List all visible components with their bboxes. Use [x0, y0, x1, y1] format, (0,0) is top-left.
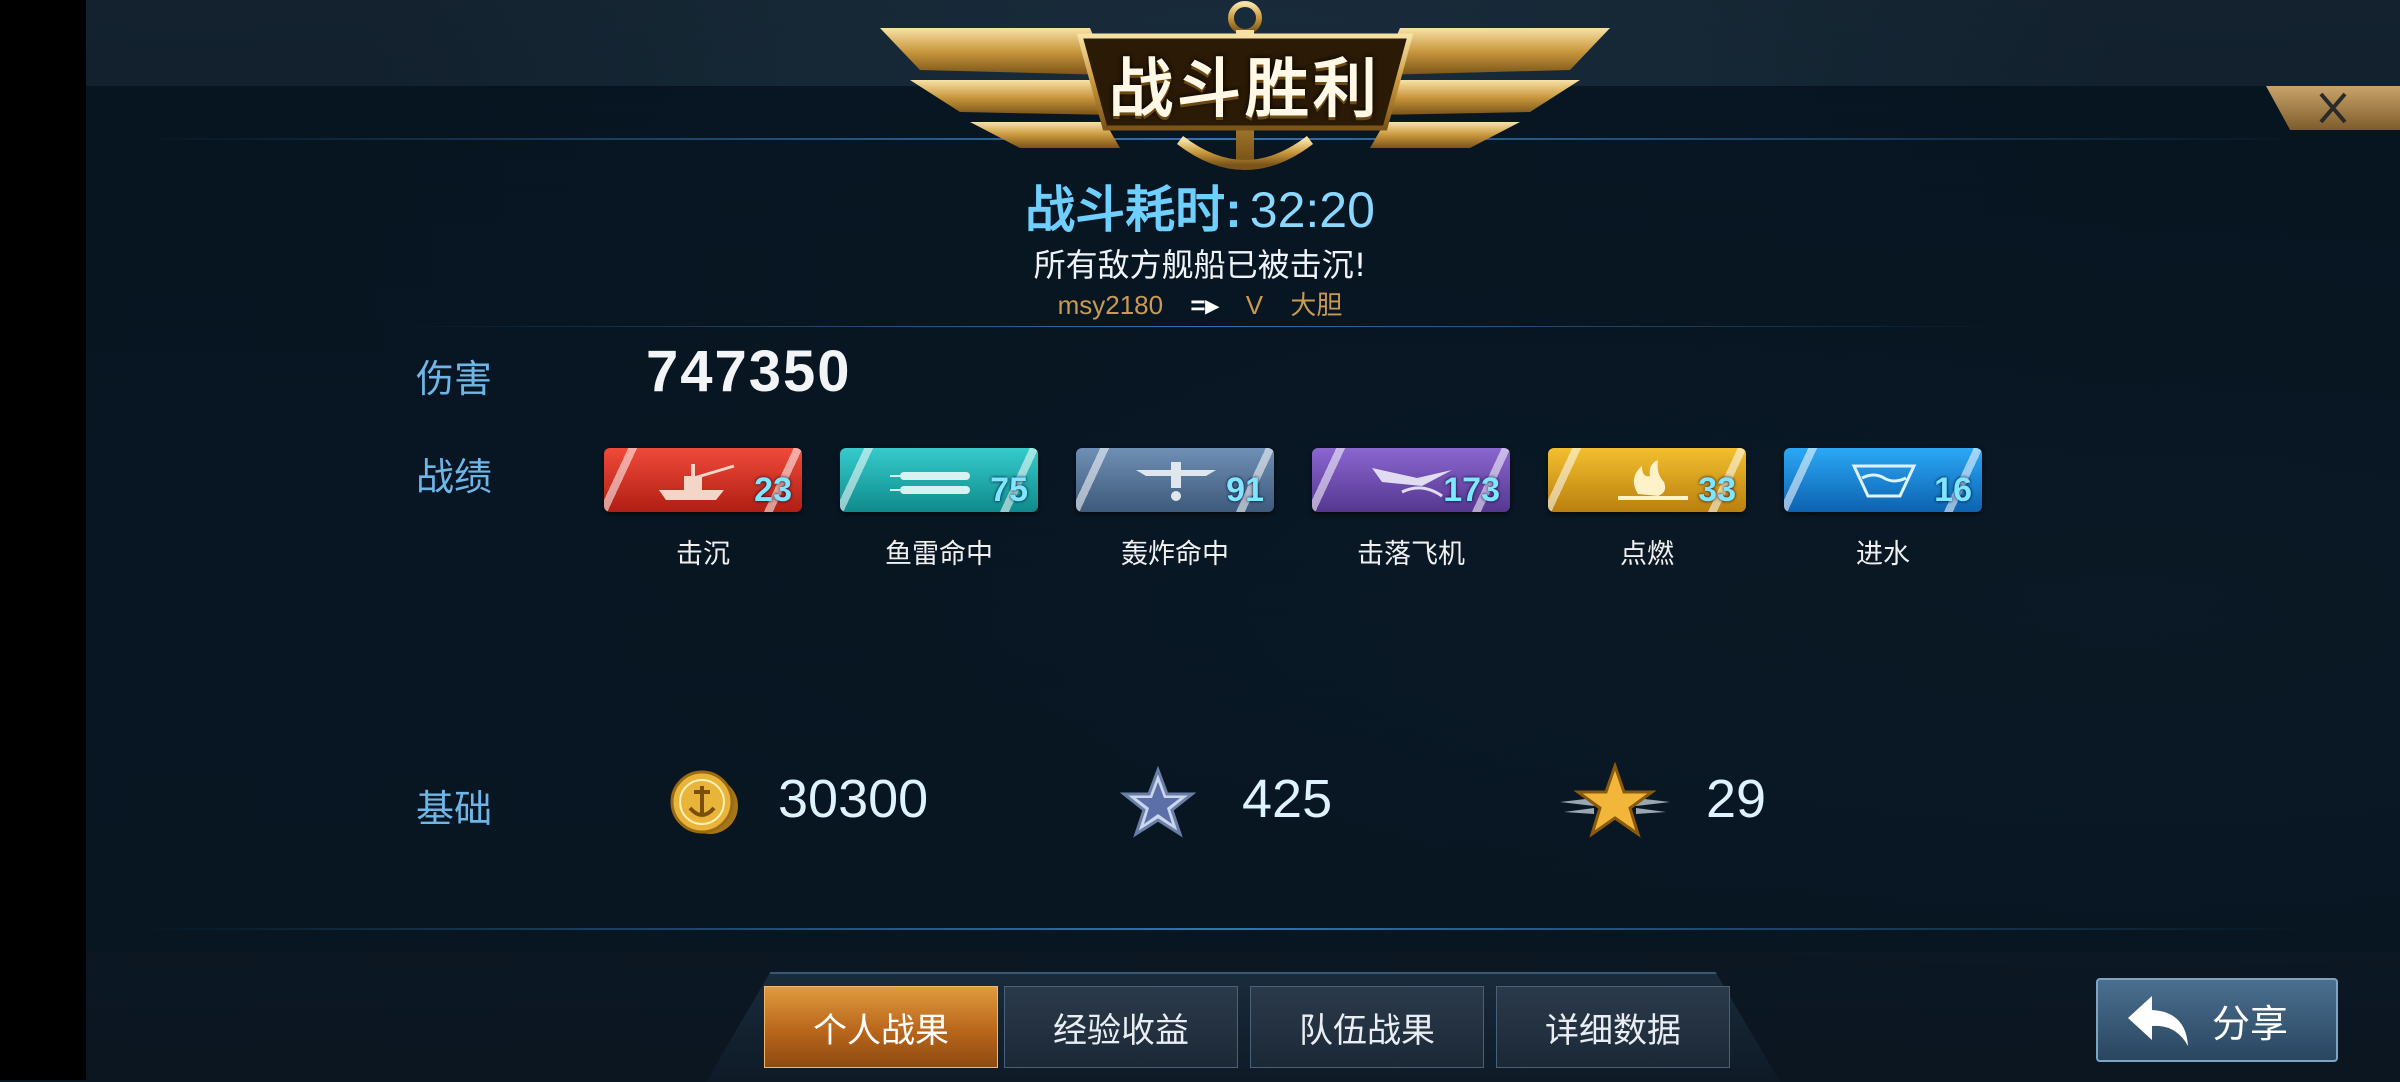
stat-torpedo: 75 鱼雷命中 [840, 448, 1038, 571]
player-info: msy2180 =▸ V 大胆 [0, 285, 2400, 322]
tab-detailed-data[interactable]: 详细数据 [1496, 986, 1730, 1068]
base-label: 基础 [416, 787, 493, 831]
victory-title: 战斗胜利 [1109, 53, 1381, 127]
duration-value: 32:20 [1249, 182, 1375, 238]
stat-badge: 91 [1076, 448, 1274, 512]
stat-planes: 173 击落飞机 [1312, 448, 1510, 571]
stat-value: 173 [1443, 471, 1500, 509]
coins-value: 30300 [778, 769, 929, 829]
header-divider [400, 326, 2000, 327]
fire-icon [1618, 460, 1688, 500]
stat-label: 点燃 [1620, 539, 1674, 570]
duration-label: 战斗耗时: [1025, 182, 1242, 238]
tab-team-result[interactable]: 队伍战果 [1250, 986, 1484, 1068]
damage-value: 747350 [646, 339, 852, 404]
battle-duration: 战斗耗时: 32:20 [0, 170, 2400, 242]
stat-badge: 16 [1784, 448, 1982, 512]
exp-value: 425 [1242, 769, 1333, 829]
stat-value: 16 [1934, 471, 1972, 509]
victory-emblem: 战斗胜利 [880, 0, 1610, 175]
close-icon [2319, 92, 2347, 124]
rank-value: 29 [1706, 769, 1767, 829]
left-black-bar [0, 0, 86, 1080]
record-label: 战绩 [416, 455, 493, 499]
share-label: 分享 [2212, 1001, 2289, 1046]
torpedo-icon [890, 472, 970, 494]
stat-badge: 23 [604, 448, 802, 512]
stat-label: 击沉 [676, 539, 730, 570]
gold-coin-icon [670, 770, 738, 834]
stat-label: 鱼雷命中 [885, 539, 993, 570]
stat-value: 33 [1698, 471, 1736, 509]
stat-label: 击落飞机 [1357, 539, 1465, 570]
bomber-icon [1136, 462, 1216, 501]
stat-label: 轰炸命中 [1121, 539, 1229, 570]
tab-personal-result[interactable]: 个人战果 [764, 986, 998, 1068]
stat-value: 23 [754, 471, 792, 509]
player-rank: V [1245, 290, 1264, 320]
ship-sink-icon [659, 464, 735, 500]
share-arrow-icon [2128, 996, 2188, 1046]
stat-badge: 173 [1312, 448, 1510, 512]
gold-star-wings-icon [1560, 762, 1670, 838]
result-subtitle: 所有敌方舰船已被击沉! [1033, 246, 1367, 284]
stat-fire: 33 点燃 [1548, 448, 1746, 571]
player-trait: 大胆 [1290, 290, 1343, 320]
damage-label: 伤害 [416, 357, 493, 401]
bottom-divider [140, 928, 2300, 930]
stat-label: 进水 [1856, 539, 1910, 570]
share-button[interactable]: 分享 [2096, 978, 2338, 1062]
stat-bomb: 91 轰炸命中 [1076, 448, 1274, 571]
stat-sink: 23 击沉 [604, 448, 802, 571]
stat-flood: 16 进水 [1784, 448, 1982, 571]
stat-value: 75 [990, 471, 1028, 509]
stat-badge: 33 [1548, 448, 1746, 512]
flood-icon [1851, 464, 1917, 498]
player-name: msy2180 [1057, 290, 1164, 320]
silver-star-icon [1120, 766, 1196, 838]
stat-value: 91 [1226, 471, 1264, 509]
player-arrow: =▸ [1190, 290, 1219, 320]
stat-badge: 75 [840, 448, 1038, 512]
tab-exp-reward[interactable]: 经验收益 [1004, 986, 1238, 1068]
